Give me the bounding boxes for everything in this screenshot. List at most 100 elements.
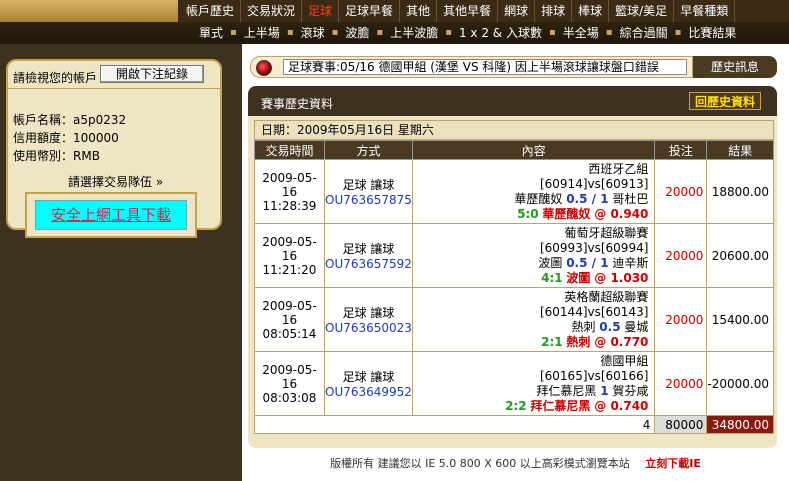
nav-separator: ▪ (605, 27, 613, 38)
top-nav-bar: 帳戶歷史 交易狀況 足球 足球早餐 其他 其他早餐 網球 排球 棒球 籃球/美足 早餐種類 (0, 0, 789, 22)
stake-cell: 20000 (654, 223, 708, 288)
safe-tool-download-button[interactable]: 安全上網工具下載 (35, 200, 187, 230)
sub-nav-item[interactable]: 上半場 (237, 22, 287, 44)
sub-nav-item[interactable]: 比賽結果 (681, 22, 743, 44)
picked-team: 華歷醜奴 (542, 206, 591, 221)
trade-time-cell: 2009-05-16 08:05:14 (254, 287, 325, 352)
home-team: 波圖 (538, 255, 563, 270)
footer-text: 版權所有 建議您以 IE 5.0 800 X 600 以上高彩模式瀏覽本站 (330, 457, 630, 470)
ticket-id-link[interactable]: OU763650023 (325, 321, 412, 335)
handicap-line: 0.5 / 1 (566, 255, 609, 270)
trade-time-cell: 2009-05-16 08:03:08 (254, 351, 325, 416)
result-cell: -20000.00 (706, 351, 774, 416)
bet-type-cell: 足球 讓球 OU763657875 (324, 159, 413, 224)
credit-limit: 信用額度：100000 (13, 131, 119, 145)
home-team: 熱刺 (571, 319, 596, 334)
ticket-id-link[interactable]: OU763657592 (325, 257, 412, 271)
table-row: 2009-05-16 11:21:20 足球 讓球 OU763657592 葡萄牙超級聯… (254, 223, 774, 288)
ticket-id-link[interactable]: OU763657875 (325, 193, 412, 207)
top-nav-item[interactable]: 棒球 (572, 0, 610, 22)
odds: @ 1.030 (594, 270, 649, 285)
download-ie-link[interactable]: 立刻下載IE (645, 457, 701, 470)
panel-title: 賽事歷史資料 (261, 97, 334, 111)
top-nav: 帳戶歷史 交易狀況 足球 足球早餐 其他 其他早餐 網球 排球 棒球 籃球/美足 早餐種類 (180, 0, 736, 22)
bet-type: 足球 讓球 (342, 370, 395, 384)
handicap-line: 0.5 (599, 319, 621, 334)
currency: 使用幣別：RMB (13, 149, 100, 163)
column-header: 方式 (324, 140, 413, 160)
nav-separator: ▪ (445, 27, 452, 38)
match-ids: [60914]vs[60913] (539, 176, 649, 191)
back-to-history-button[interactable]: 回歷史資料 (689, 92, 761, 110)
bet-content-cell: 英格蘭超級聯賽 [60144]vs[60143] 熱刺 0.5 曼城 2:1 熱刺 @… (411, 287, 656, 352)
sub-nav-item[interactable]: 半全場 (556, 22, 606, 44)
sub-nav-item[interactable]: 波膽 (338, 22, 376, 44)
top-nav-item[interactable]: 足球 (302, 0, 340, 22)
final-score: 2:1 (541, 334, 563, 349)
bet-content-cell: 葡萄牙超級聯賽 [60993]vs[60994] 波圖 0.5 / 1 迪辛斯 4:1… (411, 223, 656, 288)
ticker-text: 足球賽事:05/16 德國甲組 (漢堡 VS 科隆) 因上半場滾球讓球盤口錯誤 (283, 59, 687, 75)
trade-time: 08:05:14 (262, 326, 317, 341)
top-nav-item[interactable]: 網球 (498, 0, 536, 22)
top-nav-item[interactable]: 排球 (535, 0, 573, 22)
table-row: 2009-05-16 08:03:08 足球 讓球 OU763649952 德國甲組 [6… (254, 351, 774, 416)
sub-nav-item[interactable]: 綜合過關 (613, 22, 675, 44)
final-score: 5:0 (517, 206, 539, 221)
bet-content-cell: 西班牙乙組 [60914]vs[60913] 華歷醜奴 0.5 / 1 哥杜巴 5:0… (411, 159, 656, 224)
column-header: 結果 (706, 140, 774, 160)
pick-team-link[interactable]: 請選擇交易隊伍 » (68, 173, 163, 190)
bet-type-cell: 足球 讓球 OU763657592 (324, 223, 413, 288)
trade-time: 11:28:39 (262, 198, 317, 213)
trade-date: 2009-05-16 (262, 298, 317, 327)
league-name: 西班牙乙組 (588, 161, 649, 176)
handicap-line: 0.5 / 1 (566, 191, 609, 206)
sub-nav-item[interactable]: 單式 (192, 22, 230, 44)
top-nav-item[interactable]: 其他早餐 (437, 0, 499, 22)
top-nav-item[interactable]: 早餐種類 (674, 0, 736, 22)
top-nav-item[interactable]: 足球早餐 (339, 0, 401, 22)
account-header: 請檢視您的帳戶 開啟下注紀錄 (8, 61, 220, 89)
trade-date: 2009-05-16 (262, 234, 317, 263)
bet-type-cell: 足球 讓球 OU763649952 (324, 351, 413, 416)
total-result: 34800.00 (706, 415, 774, 434)
top-nav-item[interactable]: 交易狀況 (241, 0, 303, 22)
alert-icon (256, 60, 272, 76)
total-row: 4 80000 34800.00 (253, 415, 774, 434)
stake-cell: 20000 (654, 287, 708, 352)
ticket-id-link[interactable]: OU763649952 (325, 385, 412, 399)
nav-separator: ▪ (376, 27, 384, 38)
league-name: 德國甲組 (600, 353, 649, 368)
nav-separator: ▪ (331, 27, 339, 38)
odds: @ 0.940 (594, 206, 649, 221)
news-ticker: 足球賽事:05/16 德國甲組 (漢堡 VS 科隆) 因上半場滾球讓球盤口錯誤 (250, 56, 693, 78)
away-team: 賀芬咸 (612, 383, 649, 398)
total-count: 4 (253, 415, 656, 434)
table-header: 交易時間 方式 內容 投注 結果 (254, 140, 774, 160)
nav-separator: ▪ (286, 27, 294, 38)
history-messages-tab[interactable]: 歷史訊息 (693, 56, 777, 78)
odds: @ 0.770 (594, 334, 649, 349)
match-ids: [60165]vs[60166] (539, 368, 649, 383)
top-nav-item[interactable]: 帳戶歷史 (180, 0, 242, 22)
match-ids: [60993]vs[60994] (539, 240, 649, 255)
column-header: 內容 (411, 140, 656, 160)
nav-separator: ▪ (548, 27, 556, 38)
sub-nav-item[interactable]: 滾球 (294, 22, 332, 44)
open-bet-log-button[interactable]: 開啟下注紀錄 (100, 65, 204, 83)
account-name: 帳戶名稱：a5p0232 (13, 113, 127, 127)
left-sidebar: 請檢視您的帳戶 開啟下注紀錄 帳戶名稱：a5p0232 信用額度：100000 … (0, 44, 242, 481)
bet-content-cell: 德國甲組 [60165]vs[60166] 拜仁慕尼黑 1 賀芬咸 2:2 拜仁慕尼黑… (411, 351, 656, 416)
sub-nav-item[interactable]: 上半波膽 (383, 22, 445, 44)
column-header: 投注 (654, 140, 708, 160)
top-nav-item[interactable]: 籃球/美足 (609, 0, 675, 22)
bet-type-cell: 足球 讓球 OU763650023 (324, 287, 413, 352)
match-ids: [60144]vs[60143] (539, 304, 649, 319)
top-nav-item[interactable]: 其他 (400, 0, 438, 22)
nav-separator: ▪ (230, 27, 237, 38)
trade-time: 11:21:20 (262, 262, 317, 277)
download-box: 安全上網工具下載 (25, 192, 197, 238)
result-cell: 18800.00 (706, 159, 774, 224)
odds: @ 0.740 (594, 398, 649, 413)
sub-nav-item[interactable]: 1 x 2 & 入球數 (452, 22, 549, 44)
picked-team: 熱刺 (566, 334, 591, 349)
